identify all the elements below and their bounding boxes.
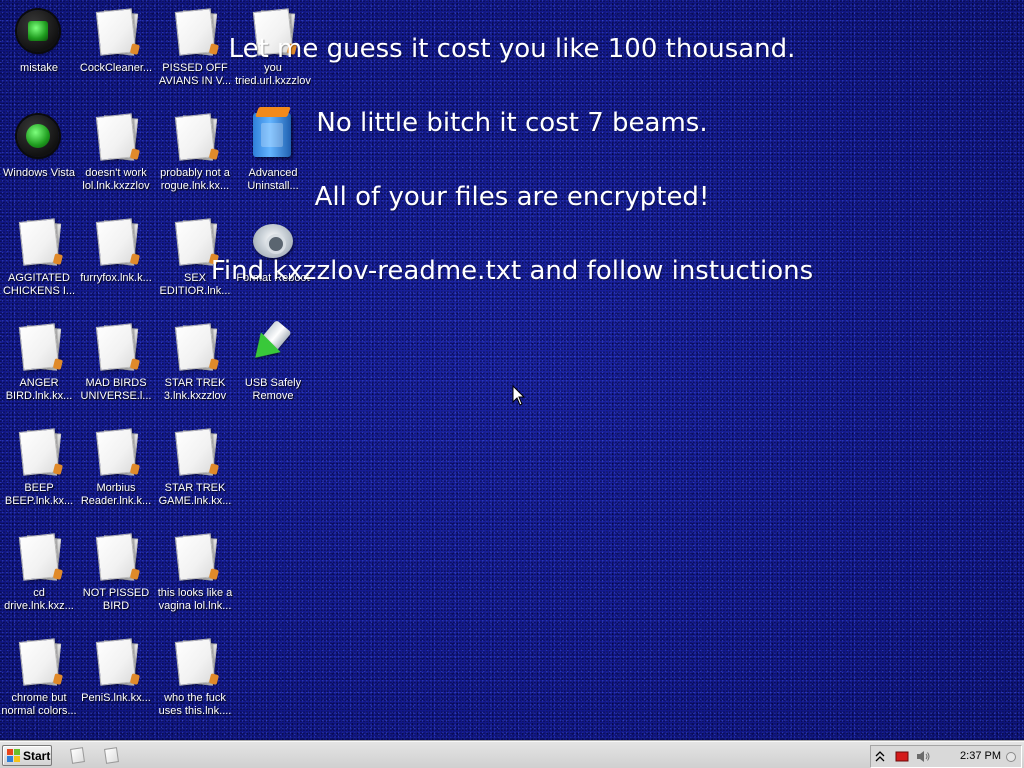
desktop-icon-usb-safely-remove[interactable]: USB Safely Remove [235,319,311,403]
desktop-icon-star-trek-game[interactable]: STAR TREK GAME.lnk.kx... [157,428,233,508]
desktop-icon-cd-drive[interactable]: cd drive.lnk.kxz... [1,533,77,613]
document-icon [104,747,119,764]
document-icon [95,113,137,161]
recycle-orb-icon [17,115,59,157]
icon-label: who the fuck uses this.lnk.... [158,692,232,717]
desktop[interactable]: mistake Windows Vista AGGITATED CHICKENS… [0,0,1024,741]
ransom-line-3: All of your files are encrypted! [314,182,710,212]
windows-flag-icon [7,748,20,762]
document-icon [18,218,60,266]
document-icon [18,428,60,476]
icon-label: AGGITATED CHICKENS I... [2,272,76,297]
icon-label: Morbius Reader.lnk.k... [80,482,152,507]
document-icon [95,428,137,476]
desktop-icon-morbius-reader[interactable]: Morbius Reader.lnk.k... [78,428,154,508]
desktop-icon-mistake[interactable]: mistake [1,8,77,75]
document-icon [174,8,216,56]
red-alert-icon[interactable] [895,750,909,763]
desktop-icon-star-trek-3[interactable]: STAR TREK 3.lnk.kxzzlov [157,323,233,403]
quick-launch-document-2[interactable] [104,747,119,764]
mouse-cursor-icon [512,385,526,406]
taskbar-clock[interactable]: 2:37 PM [960,749,1001,763]
icon-label: probably not a rogue.lnk.kx... [160,167,230,192]
software-box-icon [253,113,291,157]
icon-label: Advanced Uninstall... [247,167,299,192]
icon-label: MAD BIRDS UNIVERSE.l... [80,377,152,402]
icon-label: you tried.url.kxzzlov [235,62,311,87]
show-hidden-icons-chevron-icon[interactable] [875,750,889,763]
icon-label: this looks like a vagina lol.lnk... [157,587,233,612]
document-icon [174,323,216,371]
icon-label: STAR TREK 3.lnk.kxzzlov [163,377,227,402]
document-icon [174,113,216,161]
desktop-icon-probably-not-a-rogue[interactable]: probably not a rogue.lnk.kx... [157,113,233,193]
icon-label: doesn't work lol.lnk.kxzzlov [82,167,150,192]
icon-label: ANGER BIRD.lnk.kx... [5,377,73,402]
document-icon [18,323,60,371]
desktop-icon-this-looks-like[interactable]: this looks like a vagina lol.lnk... [157,533,233,613]
icon-label: STAR TREK GAME.lnk.kx... [158,482,232,507]
desktop-icon-pissed-off-avians[interactable]: PISSED OFF AVIANS IN V... [157,8,233,88]
document-icon [95,638,137,686]
quick-launch-document-1[interactable] [70,747,85,764]
document-icon [18,533,60,581]
disk-drive-icon [253,224,293,258]
desktop-icon-windows-vista[interactable]: Windows Vista [1,113,77,180]
document-icon [174,533,216,581]
desktop-icon-furryfox[interactable]: furryfox.lnk.k... [78,218,154,285]
desktop-icon-aggitated-chickens[interactable]: AGGITATED CHICKENS I... [1,218,77,298]
document-icon [174,428,216,476]
icon-label: USB Safely Remove [244,377,302,402]
desktop-icon-penis[interactable]: PeniS.lnk.kx... [78,638,154,705]
desktop-icon-anger-bird[interactable]: ANGER BIRD.lnk.kx... [1,323,77,403]
volume-speaker-icon[interactable] [915,750,930,763]
document-icon [174,638,216,686]
desktop-icon-cockcleaner[interactable]: CockCleaner... [78,8,154,75]
icon-label: chrome but normal colors... [1,692,77,717]
taskbar: Start 2:37 PM [0,741,1024,768]
desktop-icon-doesnt-work[interactable]: doesn't work lol.lnk.kxzzlov [78,113,154,193]
icon-label: BEEP BEEP.lnk.kx... [4,482,74,507]
ransom-line-2: No little bitch it cost 7 beams. [316,108,708,138]
desktop-icon-advanced-uninstaller[interactable]: Advanced Uninstall... [235,113,311,193]
document-icon [95,8,137,56]
document-icon [70,747,85,764]
icon-label: cd drive.lnk.kxz... [4,587,74,612]
ransom-line-4: Find kxzzlov-readme.txt and follow instu… [210,256,814,286]
desktop-icon-chrome-normal-colors[interactable]: chrome but normal colors... [1,638,77,718]
document-icon [95,533,137,581]
start-button[interactable]: Start [2,745,52,766]
desktop-icon-mad-birds-universe[interactable]: MAD BIRDS UNIVERSE.l... [78,323,154,403]
icon-label: mistake [20,62,58,74]
desktop-icon-who-uses-this[interactable]: who the fuck uses this.lnk.... [157,638,233,718]
green-orb-icon [17,10,59,52]
show-desktop-icon[interactable] [1005,750,1019,763]
icon-label: NOT PISSED BIRD GAME.l... [82,587,150,612]
icon-label: PISSED OFF AVIANS IN V... [158,62,232,87]
desktop-icon-not-pissed-bird-game[interactable]: NOT PISSED BIRD GAME.l... [78,533,154,613]
system-tray: 2:37 PM [870,745,1022,768]
ransom-line-1: Let me guess it cost you like 100 thousa… [228,34,796,64]
document-icon [95,323,137,371]
document-icon [18,638,60,686]
icon-label: PeniS.lnk.kx... [81,692,151,704]
icon-label: furryfox.lnk.k... [80,272,152,284]
icon-label: Windows Vista [3,167,75,179]
document-icon [174,218,216,266]
desktop-icon-beep-beep[interactable]: BEEP BEEP.lnk.kx... [1,428,77,508]
icon-label: CockCleaner... [79,62,153,74]
start-label: Start [23,748,51,763]
document-icon [95,218,137,266]
